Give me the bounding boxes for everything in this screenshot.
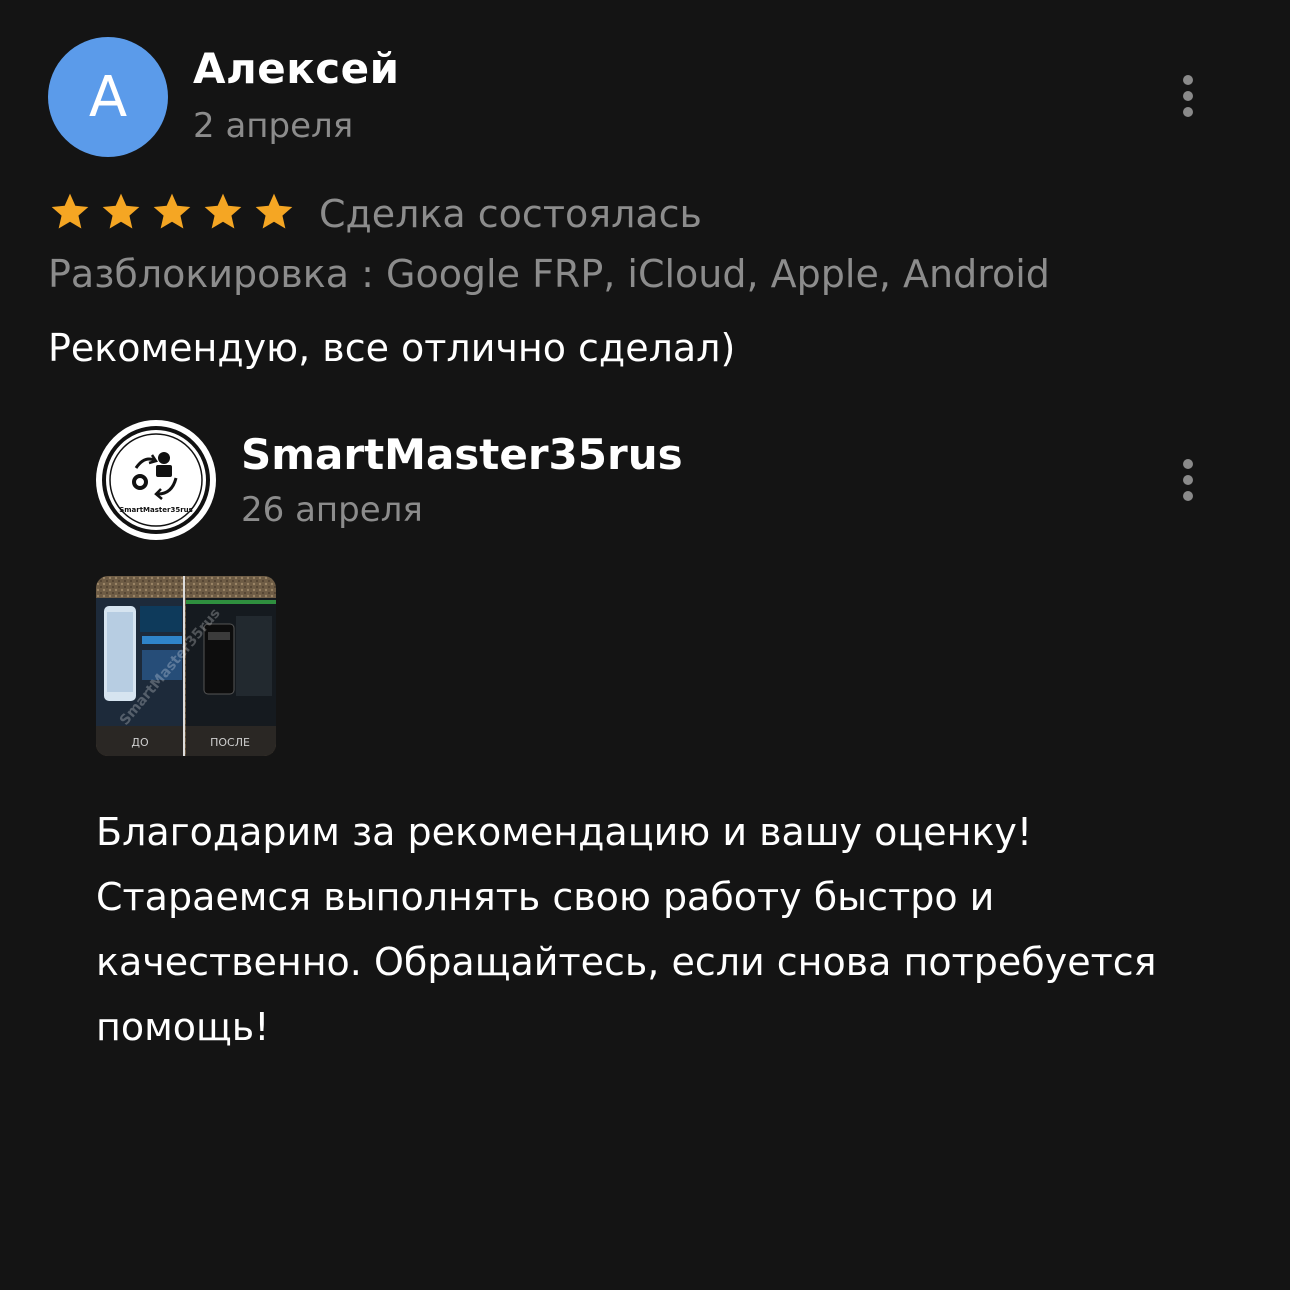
more-vertical-icon [1183, 75, 1193, 85]
star-icon [51, 193, 89, 229]
deal-status: Сделка состоялась [319, 192, 702, 236]
reply-menu-button[interactable] [1168, 450, 1208, 510]
review-date: 2 апреля [193, 106, 354, 146]
rating-row: Сделка состоялась [48, 186, 702, 242]
more-vertical-icon-dot [1183, 491, 1193, 501]
star-icon [204, 193, 242, 229]
seller-name[interactable]: SmartMaster35rus [241, 430, 683, 479]
seller-logo-icon: SmartMaster35rus [99, 423, 213, 537]
before-after-photo: SmartMaster35rus ДО ПОСЛЕ [96, 576, 276, 756]
author-avatar[interactable]: А [48, 37, 168, 157]
review-text: Рекомендую, все отлично сделал) [48, 326, 736, 370]
star-icon [102, 193, 140, 229]
reply-photo-thumbnail[interactable]: SmartMaster35rus ДО ПОСЛЕ [96, 576, 276, 756]
star-icon [255, 193, 293, 229]
avatar-letter: А [88, 64, 128, 130]
reply-text: Благодарим за рекомендацию и вашу оценку… [96, 810, 1157, 1049]
photo-caption-before: ДО [131, 736, 149, 749]
service-name: Разблокировка : Google FRP, iCloud, Appl… [48, 252, 1050, 296]
more-vertical-icon-dot [1183, 107, 1193, 117]
reply-date: 26 апреля [241, 490, 423, 530]
star-icon [153, 193, 191, 229]
more-vertical-icon-dot [1183, 475, 1193, 485]
rating-stars [48, 190, 303, 238]
seller-avatar[interactable]: SmartMaster35rus [96, 420, 216, 540]
more-vertical-icon-dot [1183, 91, 1193, 101]
seller-logo-text: SmartMaster35rus [119, 506, 193, 514]
review-menu-button[interactable] [1168, 66, 1208, 126]
photo-caption-after: ПОСЛЕ [210, 736, 250, 749]
more-vertical-icon [1183, 459, 1193, 469]
review-author-name[interactable]: Алексей [193, 44, 400, 93]
